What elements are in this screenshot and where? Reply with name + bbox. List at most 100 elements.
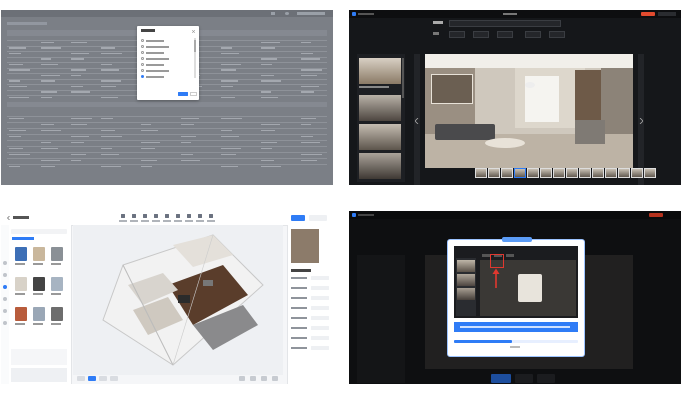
property-field[interactable] xyxy=(311,316,329,320)
category-icon[interactable] xyxy=(3,297,7,301)
render-button[interactable] xyxy=(291,215,305,221)
strip-thumbnail[interactable] xyxy=(501,168,513,178)
modal-option[interactable] xyxy=(141,38,191,43)
tool-icon[interactable] xyxy=(209,214,213,218)
save-button[interactable] xyxy=(309,215,327,221)
search-input[interactable] xyxy=(11,229,67,234)
strip-thumbnail[interactable] xyxy=(566,168,578,178)
view-mode-button[interactable] xyxy=(99,376,107,381)
radio-button[interactable] xyxy=(141,57,144,61)
back-icon[interactable] xyxy=(7,215,10,221)
modal-option[interactable] xyxy=(141,56,191,61)
table-row[interactable] xyxy=(7,140,327,141)
user-menu[interactable] xyxy=(297,12,325,15)
table-row[interactable] xyxy=(7,122,327,123)
table-row[interactable] xyxy=(7,152,327,153)
property-field[interactable] xyxy=(311,326,329,330)
secondary-action-button[interactable] xyxy=(515,374,533,383)
prev-button[interactable] xyxy=(414,54,420,185)
zoom-control[interactable] xyxy=(250,376,256,381)
category-icon[interactable] xyxy=(3,321,7,325)
tool-icon[interactable] xyxy=(154,214,158,218)
library-item[interactable] xyxy=(33,247,45,261)
radio-button[interactable] xyxy=(141,75,144,79)
library-item[interactable] xyxy=(15,247,27,261)
option-field-4[interactable] xyxy=(525,31,541,38)
table-row[interactable] xyxy=(7,134,327,135)
tool-icon[interactable] xyxy=(198,214,202,218)
category-icon[interactable] xyxy=(3,261,7,265)
modal-option[interactable] xyxy=(141,44,191,49)
tool-icon[interactable] xyxy=(132,214,136,218)
tool-icon[interactable] xyxy=(176,214,180,218)
tool-icon[interactable] xyxy=(143,214,147,218)
thumbnail-4[interactable] xyxy=(359,153,401,179)
table-row[interactable] xyxy=(7,116,327,117)
tertiary-action-button[interactable] xyxy=(537,374,555,383)
bell-icon[interactable] xyxy=(271,12,275,15)
strip-thumbnail[interactable] xyxy=(553,168,565,178)
cancel-button[interactable] xyxy=(190,92,197,96)
strip-thumbnail[interactable] xyxy=(631,168,643,178)
radio-button[interactable] xyxy=(141,39,144,43)
modal-option[interactable] xyxy=(141,74,191,79)
modal-option[interactable] xyxy=(141,50,191,55)
library-item[interactable] xyxy=(15,277,27,291)
user-menu[interactable] xyxy=(658,12,676,16)
option-field-1[interactable] xyxy=(449,31,465,38)
tool-icon[interactable] xyxy=(165,214,169,218)
property-field[interactable] xyxy=(311,286,329,290)
property-field[interactable] xyxy=(311,276,329,280)
strip-thumbnail[interactable] xyxy=(592,168,604,178)
library-item[interactable] xyxy=(33,277,45,291)
tool-icon[interactable] xyxy=(187,214,191,218)
strip-thumbnail[interactable] xyxy=(488,168,500,178)
strip-thumbnail[interactable] xyxy=(540,168,552,178)
modal-option[interactable] xyxy=(141,68,191,73)
property-field[interactable] xyxy=(311,346,329,350)
ok-button[interactable] xyxy=(178,92,188,96)
close-icon[interactable] xyxy=(191,29,196,34)
category-icon[interactable] xyxy=(3,273,7,277)
strip-thumbnail[interactable] xyxy=(514,168,526,178)
vip-badge[interactable] xyxy=(649,213,663,217)
library-item[interactable] xyxy=(15,307,27,321)
view-mode-button[interactable] xyxy=(77,376,85,381)
zoom-control[interactable] xyxy=(239,376,245,381)
table-row[interactable] xyxy=(7,146,327,147)
strip-thumbnail[interactable] xyxy=(644,168,656,178)
strip-thumbnail[interactable] xyxy=(579,168,591,178)
vip-badge[interactable] xyxy=(641,12,655,16)
option-field-5[interactable] xyxy=(549,31,565,38)
property-field[interactable] xyxy=(311,296,329,300)
view-mode-button[interactable] xyxy=(88,376,96,381)
option-field-2[interactable] xyxy=(473,31,489,38)
thumbnail-2[interactable] xyxy=(359,95,401,121)
strip-thumbnail[interactable] xyxy=(475,168,487,178)
viewport-3d[interactable] xyxy=(73,225,283,375)
category-icon[interactable] xyxy=(3,285,7,289)
thumbnail-scrollbar[interactable] xyxy=(402,58,404,98)
thumbnail-3[interactable] xyxy=(359,124,401,150)
library-item[interactable] xyxy=(33,307,45,321)
radio-button[interactable] xyxy=(141,69,144,73)
radio-button[interactable] xyxy=(141,63,144,67)
modal-scrollbar-thumb[interactable] xyxy=(194,40,196,52)
strip-thumbnail[interactable] xyxy=(618,168,630,178)
property-field[interactable] xyxy=(311,336,329,340)
category-icon[interactable] xyxy=(3,309,7,313)
thumbnail-1[interactable] xyxy=(359,58,401,84)
table-row[interactable] xyxy=(7,158,327,159)
library-item[interactable] xyxy=(51,277,63,291)
option-field-3[interactable] xyxy=(497,31,513,38)
table-row[interactable] xyxy=(7,164,327,165)
strip-thumbnail[interactable] xyxy=(605,168,617,178)
table-row[interactable] xyxy=(7,128,327,129)
primary-action-button[interactable] xyxy=(491,374,511,383)
library-item[interactable] xyxy=(51,247,63,261)
zoom-control[interactable] xyxy=(261,376,267,381)
view-mode-button[interactable] xyxy=(110,376,118,381)
radio-button[interactable] xyxy=(141,45,144,49)
property-field[interactable] xyxy=(311,306,329,310)
modal-option[interactable] xyxy=(141,62,191,67)
